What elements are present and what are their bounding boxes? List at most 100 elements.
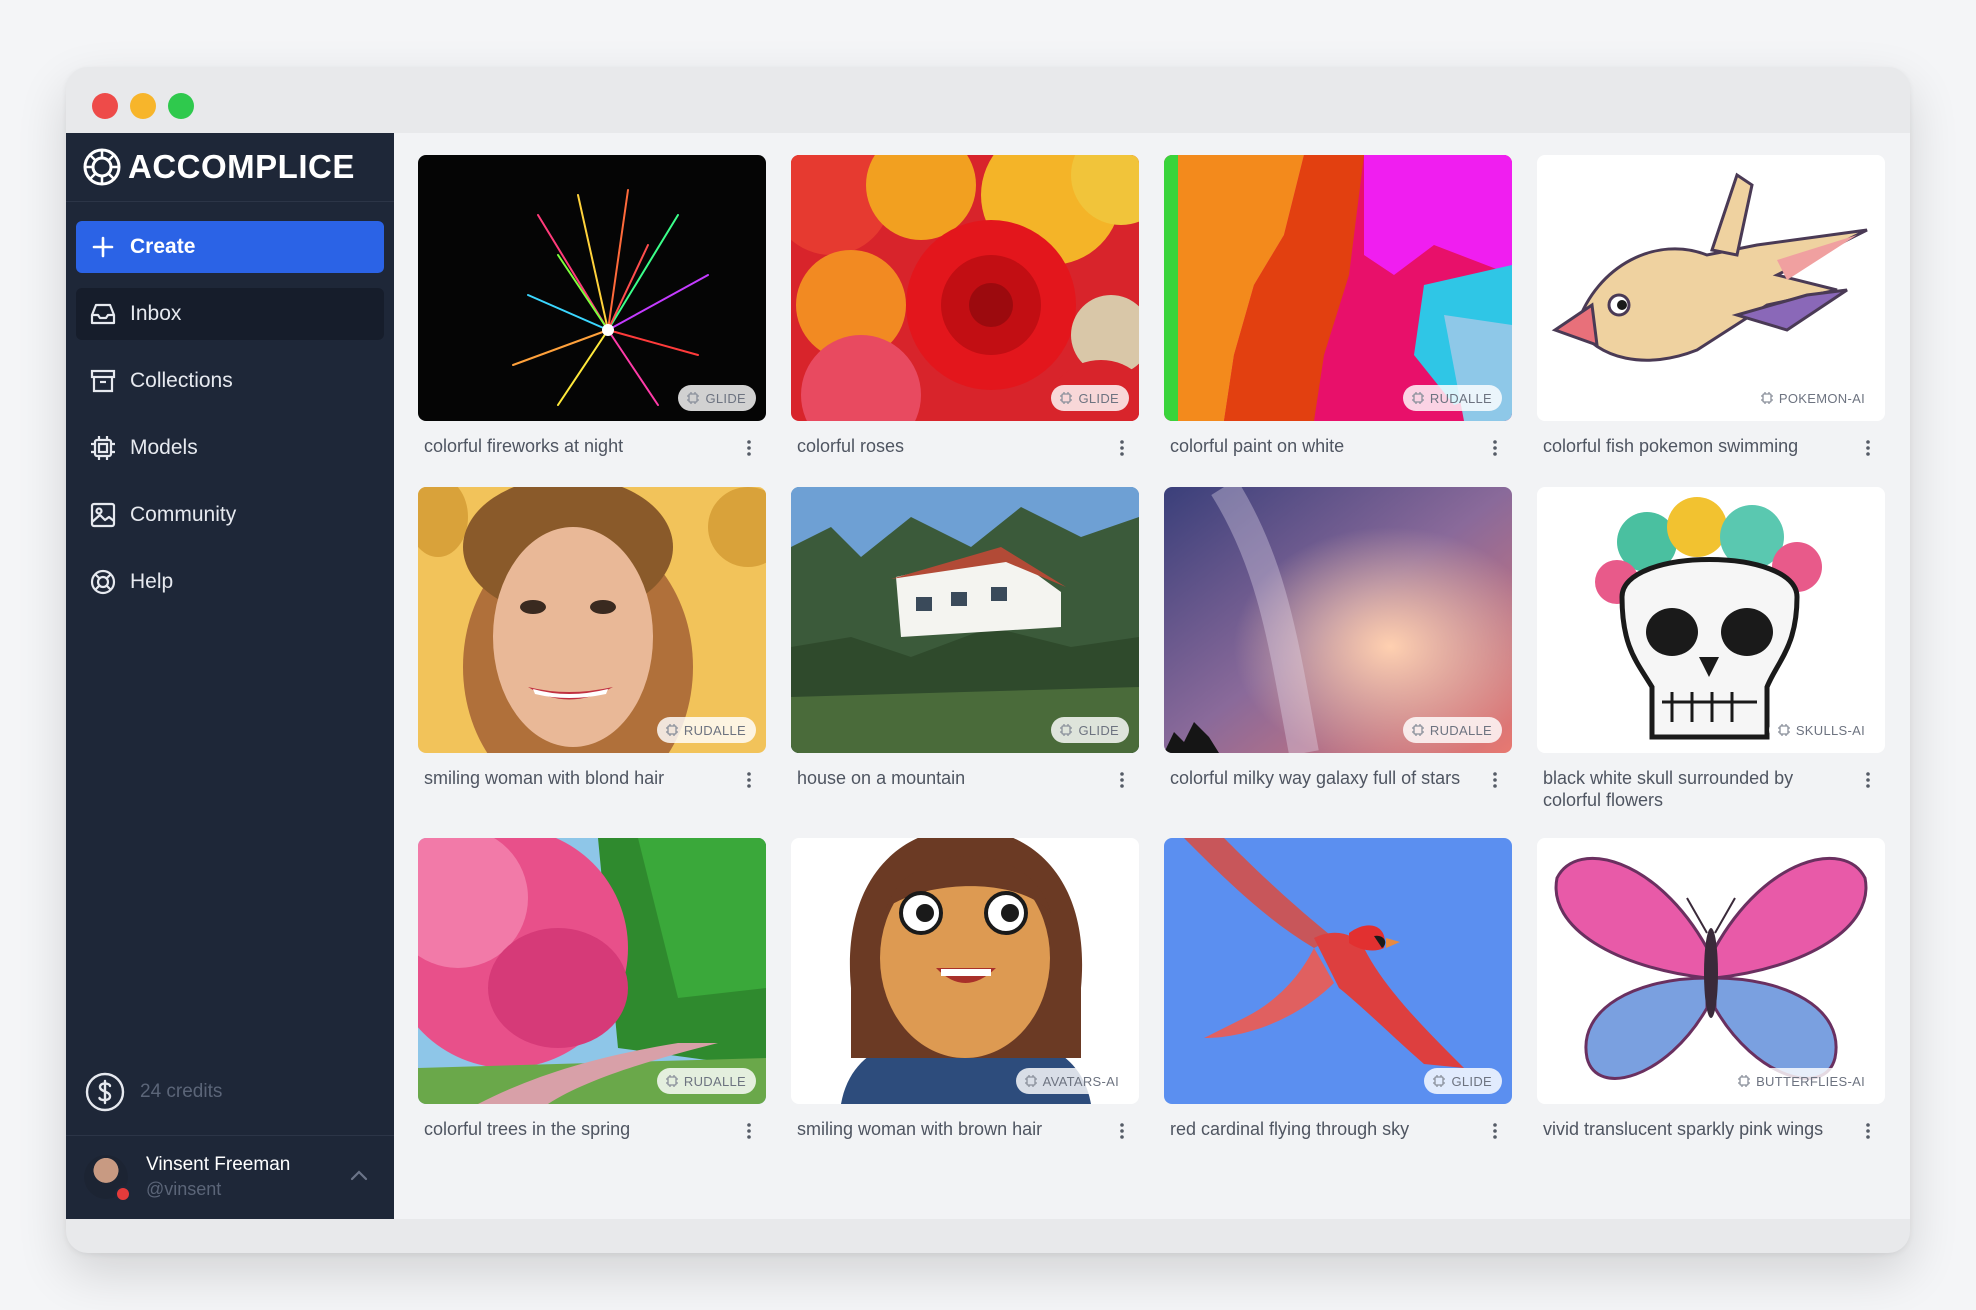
maximize-window-button[interactable] bbox=[168, 93, 194, 119]
image-thumbnail[interactable]: GLIDE bbox=[1164, 838, 1512, 1104]
model-name: GLIDE bbox=[1078, 390, 1119, 406]
brand-divider bbox=[66, 201, 394, 202]
user-divider bbox=[66, 1135, 394, 1136]
chip-icon bbox=[1760, 392, 1773, 404]
image-card[interactable]: GLIDE house on a mountain bbox=[791, 487, 1139, 789]
image-thumbnail[interactable]: RUDALLE bbox=[1164, 155, 1512, 421]
more-options-icon[interactable] bbox=[1486, 437, 1504, 459]
image-thumbnail[interactable]: BUTTERFLIES-AI bbox=[1537, 838, 1885, 1104]
more-options-icon[interactable] bbox=[740, 769, 758, 791]
model-name: BUTTERFLIES-AI bbox=[1756, 1073, 1865, 1089]
more-options-icon[interactable] bbox=[740, 1120, 758, 1142]
plus-icon bbox=[88, 232, 118, 262]
image-caption: colorful fireworks at night bbox=[418, 435, 766, 457]
close-window-button[interactable] bbox=[92, 93, 118, 119]
more-options-icon[interactable] bbox=[1486, 769, 1504, 791]
image-card[interactable]: RUDALLE colorful paint on white bbox=[1164, 155, 1512, 457]
chip-icon bbox=[1024, 1075, 1037, 1087]
sidebar-item-models[interactable]: Models bbox=[76, 422, 384, 474]
more-options-icon[interactable] bbox=[1113, 1120, 1131, 1142]
sidebar-item-inbox[interactable]: Inbox bbox=[76, 288, 384, 340]
image-card[interactable]: RUDALLE colorful milky way galaxy full o… bbox=[1164, 487, 1512, 789]
more-options-icon[interactable] bbox=[1113, 769, 1131, 791]
model-badge: GLIDE bbox=[678, 385, 756, 411]
image-card[interactable]: GLIDE red cardinal flying through sky bbox=[1164, 838, 1512, 1140]
image-card[interactable]: AVATARS-AI smiling woman with brown hair bbox=[791, 838, 1139, 1140]
image-card[interactable]: SKULLS-AI black white skull surrounded b… bbox=[1537, 487, 1885, 811]
sidebar-item-community[interactable]: Community bbox=[76, 489, 384, 541]
brown-hair-avatar-image bbox=[791, 838, 1139, 1104]
mountain-house-image bbox=[791, 487, 1139, 753]
image-thumbnail[interactable]: RUDALLE bbox=[418, 487, 766, 753]
chip-icon bbox=[1411, 392, 1424, 404]
help-label: Help bbox=[130, 570, 174, 593]
image-card[interactable]: RUDALLE smiling woman with blond hair bbox=[418, 487, 766, 789]
app-window: ACCOMPLICE Create Inbox Collections Mode… bbox=[66, 67, 1910, 1253]
image-card[interactable]: POKEMON-AI colorful fish pokemon swimmin… bbox=[1537, 155, 1885, 457]
brand[interactable]: ACCOMPLICE bbox=[82, 147, 355, 187]
chip-icon bbox=[1411, 724, 1424, 736]
more-options-icon[interactable] bbox=[1486, 1120, 1504, 1142]
chevron-up-icon[interactable] bbox=[348, 1165, 370, 1187]
more-options-icon[interactable] bbox=[1859, 769, 1877, 791]
sidebar-item-help[interactable]: Help bbox=[76, 556, 384, 608]
credits[interactable]: 24 credits bbox=[84, 1071, 222, 1113]
lifebuoy-icon bbox=[88, 567, 118, 597]
model-badge: POKEMON-AI bbox=[1751, 385, 1875, 411]
caption-text: red cardinal flying through sky bbox=[1170, 1119, 1410, 1139]
image-thumbnail[interactable]: SKULLS-AI bbox=[1537, 487, 1885, 753]
image-caption: smiling woman with blond hair bbox=[418, 767, 766, 789]
sidebar-item-collections[interactable]: Collections bbox=[76, 355, 384, 407]
more-options-icon[interactable] bbox=[1859, 1120, 1877, 1142]
image-thumbnail[interactable]: RUDALLE bbox=[418, 838, 766, 1104]
chip-icon bbox=[1738, 1075, 1751, 1087]
caption-text: smiling woman with brown hair bbox=[797, 1119, 1043, 1139]
dollar-icon bbox=[85, 1072, 125, 1112]
image-card[interactable]: GLIDE colorful roses bbox=[791, 155, 1139, 457]
model-name: GLIDE bbox=[1451, 1073, 1492, 1089]
title-bar bbox=[66, 67, 1910, 133]
image-caption: colorful trees in the spring bbox=[418, 1118, 766, 1140]
model-name: RUDALLE bbox=[683, 1073, 746, 1089]
model-badge: RUDALLE bbox=[656, 717, 756, 743]
more-options-icon[interactable] bbox=[1113, 437, 1131, 459]
chip-icon bbox=[88, 433, 118, 463]
model-badge: RUDALLE bbox=[1402, 385, 1502, 411]
sidebar-nav: Create Inbox Collections Models Communit… bbox=[76, 221, 384, 623]
chip-icon bbox=[1060, 724, 1073, 736]
image-card[interactable]: RUDALLE colorful trees in the spring bbox=[418, 838, 766, 1140]
image-caption: black white skull surrounded by colorful… bbox=[1537, 767, 1885, 811]
caption-text: house on a mountain bbox=[797, 768, 966, 788]
image-card[interactable]: BUTTERFLIES-AI vivid translucent sparkly… bbox=[1537, 838, 1885, 1140]
collections-label: Collections bbox=[130, 369, 233, 392]
model-name: RUDALLE bbox=[1429, 390, 1492, 406]
status-dot bbox=[115, 1186, 131, 1202]
brand-name: ACCOMPLICE bbox=[128, 148, 355, 185]
image-thumbnail[interactable]: AVATARS-AI bbox=[791, 838, 1139, 1104]
image-card[interactable]: GLIDE colorful fireworks at night bbox=[418, 155, 766, 457]
create-button[interactable]: Create bbox=[76, 221, 384, 273]
user-menu[interactable]: Vinsent Freeman @vinsent bbox=[84, 1147, 384, 1207]
image-caption: colorful fish pokemon swimming bbox=[1537, 435, 1885, 457]
image-caption: smiling woman with brown hair bbox=[791, 1118, 1139, 1140]
more-options-icon[interactable] bbox=[740, 437, 758, 459]
model-name: GLIDE bbox=[705, 390, 746, 406]
minimize-window-button[interactable] bbox=[130, 93, 156, 119]
image-icon bbox=[88, 500, 118, 530]
image-thumbnail[interactable]: GLIDE bbox=[791, 487, 1139, 753]
model-name: SKULLS-AI bbox=[1795, 722, 1865, 738]
image-thumbnail[interactable]: GLIDE bbox=[791, 155, 1139, 421]
caption-text: colorful roses bbox=[797, 436, 905, 456]
more-options-icon[interactable] bbox=[1859, 437, 1877, 459]
image-thumbnail[interactable]: POKEMON-AI bbox=[1537, 155, 1885, 421]
archive-icon bbox=[88, 366, 118, 396]
inbox-icon bbox=[88, 299, 118, 329]
image-thumbnail[interactable]: RUDALLE bbox=[1164, 487, 1512, 753]
inbox-label: Inbox bbox=[130, 302, 182, 325]
image-caption: colorful milky way galaxy full of stars bbox=[1164, 767, 1512, 789]
model-badge: AVATARS-AI bbox=[1015, 1068, 1129, 1094]
avatar bbox=[84, 1155, 131, 1202]
chip-icon bbox=[1433, 1075, 1446, 1087]
user-name: Vinsent Freeman bbox=[146, 1154, 291, 1175]
image-thumbnail[interactable]: GLIDE bbox=[418, 155, 766, 421]
